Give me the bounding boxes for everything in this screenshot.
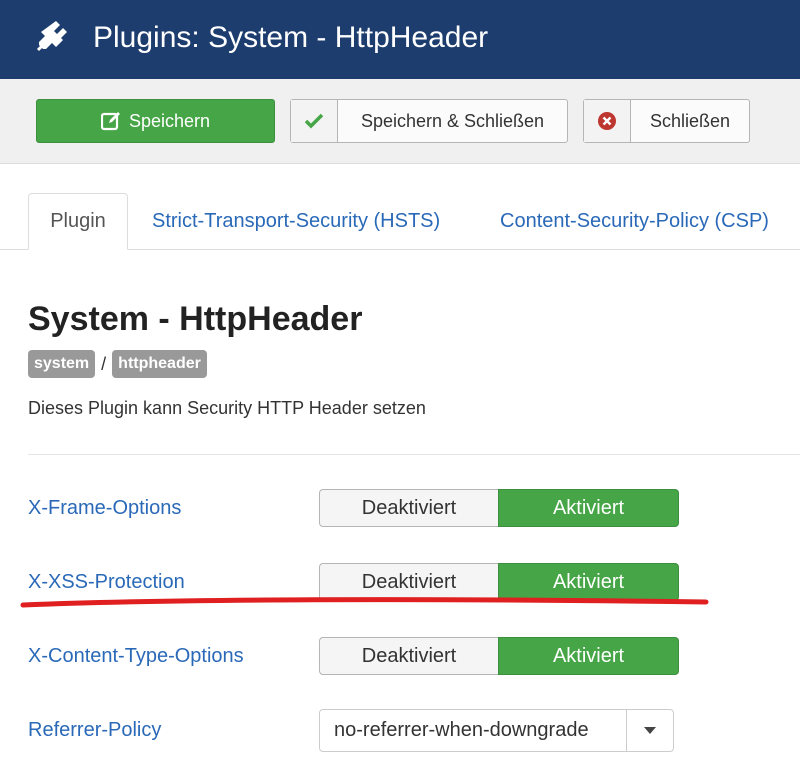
- referrer-policy-label[interactable]: Referrer-Policy: [28, 717, 161, 743]
- save-close-label: Speichern & Schließen: [360, 110, 545, 131]
- save-button[interactable]: Speichern: [36, 99, 275, 143]
- x-content-type-options-off[interactable]: Deaktiviert: [319, 637, 498, 675]
- x-frame-options-on[interactable]: Aktiviert: [498, 489, 679, 527]
- close-icon: [598, 112, 616, 130]
- save-close-icon-box: [291, 100, 338, 142]
- plugin-description: Dieses Plugin kann Security HTTP Header …: [28, 398, 426, 418]
- tab-bar: Plugin Strict-Transport-Security (HSTS) …: [0, 193, 800, 250]
- edit-icon: [100, 112, 120, 131]
- save-close-button[interactable]: Speichern & Schließen: [290, 99, 568, 143]
- toolbar: Speichern Speichern & Schließen Schließe…: [0, 79, 800, 164]
- dropdown-toggle[interactable]: [626, 710, 673, 751]
- tab-plugin[interactable]: Plugin: [28, 193, 128, 250]
- annotation-underline: [20, 597, 709, 608]
- badge-element: httpheader: [112, 350, 207, 378]
- tab-hsts[interactable]: Strict-Transport-Security (HSTS): [152, 193, 440, 249]
- divider: [28, 454, 800, 455]
- badge-separator: /: [101, 353, 107, 374]
- x-xss-protection-label[interactable]: X-XSS-Protection: [28, 569, 185, 595]
- referrer-policy-value: no-referrer-when-downgrade: [334, 719, 589, 741]
- x-content-type-options-label[interactable]: X-Content-Type-Options: [28, 643, 244, 669]
- close-icon-box: [584, 100, 631, 142]
- close-label: Schließen: [649, 110, 731, 131]
- check-icon: [304, 113, 324, 129]
- x-frame-options-label[interactable]: X-Frame-Options: [28, 495, 181, 521]
- referrer-policy-select[interactable]: no-referrer-when-downgrade: [319, 709, 674, 752]
- tab-csp[interactable]: Content-Security-Policy (CSP): [500, 193, 769, 249]
- x-content-type-options-on[interactable]: Aktiviert: [498, 637, 679, 675]
- x-content-type-options-toggle: Deaktiviert Aktiviert: [319, 637, 679, 675]
- badge-folder: system: [28, 350, 96, 378]
- save-button-label: Speichern: [128, 110, 211, 131]
- page-title: Plugins: System - HttpHeader: [93, 21, 489, 54]
- x-frame-options-off[interactable]: Deaktiviert: [319, 489, 498, 527]
- app-header: Plugins: System - HttpHeader: [0, 0, 800, 79]
- close-button[interactable]: Schließen: [583, 99, 750, 143]
- plugin-badges: system / httpheader: [28, 350, 207, 378]
- plugin-title: System - HttpHeader: [28, 300, 363, 338]
- caret-down-icon: [644, 726, 656, 734]
- x-frame-options-toggle: Deaktiviert Aktiviert: [319, 489, 679, 527]
- plug-icon: [36, 21, 67, 52]
